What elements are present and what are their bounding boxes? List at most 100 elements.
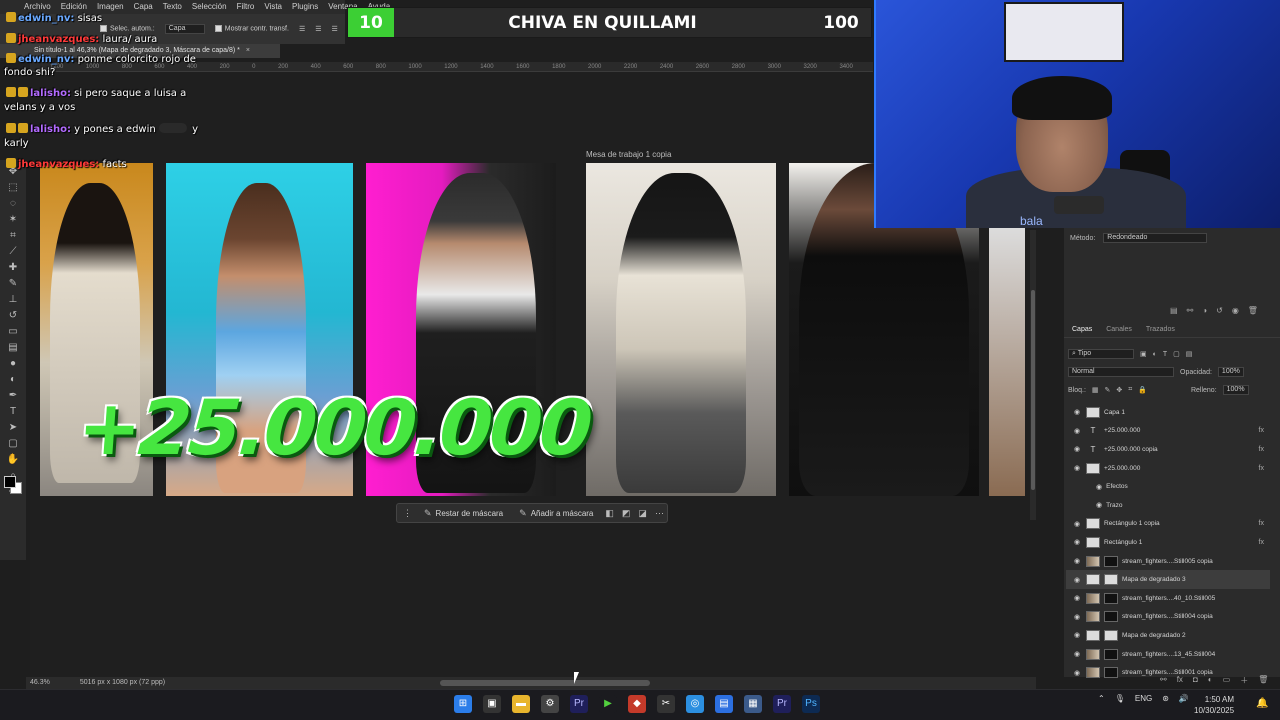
layer-row[interactable]: ◉ stream_fighters....Still004 copia [1066, 608, 1270, 627]
visibility-eye-icon[interactable]: ◉ [1072, 594, 1082, 602]
delete-layer-icon[interactable]: 🗑 [1258, 675, 1268, 686]
menu-item-7[interactable]: Vista [264, 0, 282, 14]
gradient-tool-icon[interactable]: ▤ [6, 342, 20, 354]
history-brush-icon[interactable]: ↺ [6, 310, 20, 322]
big-number-text[interactable]: +25.000.000 [75, 378, 593, 478]
menu-item-5[interactable]: Selección [192, 0, 227, 14]
subtract-from-mask-button[interactable]: ✎ Restar de máscara [420, 508, 507, 519]
stamp-tool-icon[interactable]: ⊥ [6, 294, 20, 306]
layer-row[interactable]: ◉ stream_fighters....13_45.Still004 [1066, 645, 1270, 664]
filter-type-icon[interactable]: T [1163, 351, 1167, 358]
link-layers-icon[interactable]: ⚯ [1160, 675, 1167, 686]
close-tab-icon[interactable]: × [246, 47, 250, 54]
fx-badge[interactable]: fx [1259, 520, 1270, 527]
align-left-icon[interactable]: ☰ [299, 25, 305, 33]
lock-pixels-icon[interactable]: ▦ [1092, 386, 1099, 394]
autoselect-checkbox[interactable]: Selec. autom.: [100, 25, 155, 33]
layer-row[interactable]: ◉ Mapa de degradado 2 [1066, 626, 1270, 645]
lock-position-icon[interactable]: ✥ [1116, 386, 1122, 394]
menu-item-4[interactable]: Texto [163, 0, 182, 14]
play-icon[interactable]: ▶ [599, 695, 617, 713]
healing-tool-icon[interactable]: ✚ [6, 262, 20, 274]
visibility-eye-icon[interactable]: ◉ [1072, 613, 1082, 621]
fill-field[interactable]: 100% [1222, 385, 1249, 395]
brush-tool-icon[interactable]: ✎ [6, 278, 20, 290]
mask-thumbnail[interactable] [1104, 574, 1118, 586]
foreground-color-swatch[interactable] [4, 476, 16, 488]
settings-icon[interactable]: ⚙ [541, 695, 559, 713]
drag-handle-icon[interactable]: ⋮ [403, 508, 412, 519]
tab-capas[interactable]: Capas [1072, 322, 1092, 337]
adjustment-icon[interactable]: ◐ [1208, 675, 1213, 686]
menu-item-3[interactable]: Capa [134, 0, 153, 14]
mask-thumbnail[interactable] [1104, 667, 1118, 679]
effect-eye-icon[interactable]: ◉ [1096, 483, 1102, 491]
visibility-icon[interactable]: ◉ [1232, 306, 1239, 315]
layer-row[interactable]: ◉ Rectángulo 1 copia fx [1066, 515, 1270, 534]
artboard-label[interactable]: Mesa de trabajo 1 copia [586, 150, 671, 159]
layer-row[interactable]: ◉ stream_fighters....40_10.Still005 [1066, 589, 1270, 608]
brave-icon[interactable]: ◆ [628, 695, 646, 713]
volume-icon[interactable]: 🔊 [1179, 694, 1189, 703]
mask-thumbnail[interactable] [1104, 648, 1118, 660]
visibility-eye-icon[interactable]: ◉ [1072, 445, 1082, 453]
edge-icon[interactable]: ◎ [686, 695, 704, 713]
delete-mask-icon[interactable]: ◪ [638, 508, 647, 519]
rectangle-tool-icon[interactable]: ▢ [6, 438, 20, 450]
fx-badge[interactable]: fx [1259, 427, 1270, 434]
type-tool-icon[interactable]: T [6, 406, 20, 418]
mask-thumbnail[interactable] [1104, 629, 1118, 641]
cpu-icon[interactable]: ▣ [483, 695, 501, 713]
visibility-eye-icon[interactable]: ◉ [1072, 557, 1082, 565]
method-select[interactable]: Redondeado [1103, 233, 1208, 243]
notes-icon[interactable]: ▤ [715, 695, 733, 713]
network-icon[interactable]: ⊛ [1162, 694, 1169, 703]
mask-thumbnail[interactable] [1104, 611, 1118, 623]
mic-icon[interactable]: 🎙 [1115, 694, 1125, 703]
premiere-icon-2[interactable]: Pr [773, 695, 791, 713]
eraser-tool-icon[interactable]: ▭ [6, 326, 20, 338]
blend-mode-select[interactable]: Normal [1068, 367, 1174, 377]
visibility-eye-icon[interactable]: ◉ [1072, 464, 1082, 472]
visibility-eye-icon[interactable]: ◉ [1072, 669, 1082, 677]
layer-row[interactable]: ◉ stream_fighters....Still005 copia [1066, 552, 1270, 571]
calculator-icon[interactable]: ▦ [744, 695, 762, 713]
mask-thumbnail[interactable] [1104, 592, 1118, 604]
thumbnail-photo-4[interactable] [586, 163, 776, 496]
start-icon[interactable]: ⊞ [454, 695, 472, 713]
add-to-mask-button[interactable]: ✎ Añadir a máscara [515, 508, 597, 519]
eyedropper-tool-icon[interactable]: ⟋ [6, 246, 20, 258]
language-indicator[interactable]: ENG [1135, 694, 1152, 703]
autoselect-target-select[interactable]: Capa [164, 24, 205, 34]
visibility-eye-icon[interactable]: ◉ [1072, 520, 1082, 528]
folder-icon[interactable]: ▬ [512, 695, 530, 713]
visibility-eye-icon[interactable]: ◉ [1072, 538, 1082, 546]
filter-shape-icon[interactable]: ▢ [1173, 350, 1180, 358]
add-mask-icon[interactable]: ◘ [1193, 675, 1198, 686]
visibility-eye-icon[interactable]: ◉ [1072, 576, 1082, 584]
mask-icon[interactable]: ◑ [1202, 306, 1207, 315]
thumbnail-photo-6[interactable] [989, 228, 1025, 496]
layer-row[interactable]: ◉ Trazo [1066, 496, 1270, 515]
menu-item-8[interactable]: Plugins [292, 0, 318, 14]
scroll-thumb[interactable] [1031, 290, 1035, 490]
marquee-tool-icon[interactable]: ⬚ [6, 182, 20, 194]
invert-mask-icon[interactable]: ◩ [622, 508, 631, 519]
new-layer-icon[interactable]: ＋ [1240, 675, 1248, 686]
lock-paint-icon[interactable]: ✎ [1105, 386, 1111, 394]
lock-artboard-icon[interactable]: ⌗ [1128, 386, 1132, 394]
photoshop-icon[interactable]: Ps [802, 695, 820, 713]
zoom-level[interactable]: 46.3% [30, 677, 50, 689]
layer-row[interactable]: ◉ +25.000.000 fx [1066, 459, 1270, 478]
crop-tool-icon[interactable]: ⌗ [6, 230, 20, 242]
pen-tool-icon[interactable]: ✒ [6, 390, 20, 402]
lock-all-icon[interactable]: 🔒 [1138, 386, 1147, 394]
lasso-tool-icon[interactable]: ◌ [6, 198, 20, 210]
show-transform-checkbox[interactable]: Mostrar contr. transf. [214, 25, 289, 33]
layer-row[interactable]: ◉ Mapa de degradado 3 [1066, 570, 1270, 589]
visibility-eye-icon[interactable]: ◉ [1072, 650, 1082, 658]
premiere-icon[interactable]: Pr [570, 695, 588, 713]
notification-icon[interactable]: 🔔 [1256, 698, 1268, 709]
path-select-icon[interactable]: ➤ [6, 422, 20, 434]
trash-icon[interactable]: 🗑 [1248, 306, 1258, 315]
